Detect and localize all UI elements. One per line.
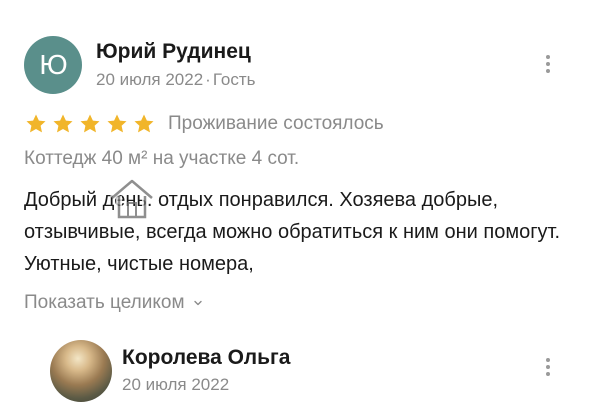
rating-row: Проживание состоялось: [24, 112, 384, 136]
author-name[interactable]: Королева Ольга: [122, 346, 290, 370]
kebab-dot: [546, 358, 550, 362]
author-name[interactable]: Юрий Рудинец: [96, 40, 251, 64]
kebab-dot: [546, 62, 550, 66]
star-rating: [24, 112, 156, 136]
stay-status: Проживание состоялось: [168, 113, 384, 134]
more-options-button[interactable]: [541, 55, 555, 73]
star-icon: [80, 114, 100, 133]
kebab-dot: [546, 55, 550, 59]
avatar[interactable]: Ю: [24, 36, 82, 94]
star-icon: [107, 114, 127, 133]
show-full-label: Показать целиком: [24, 292, 185, 313]
author-role: Гость: [212, 70, 256, 89]
meta-separator: ·: [205, 70, 211, 89]
star-icon: [26, 114, 46, 133]
kebab-dot: [546, 69, 550, 73]
more-options-button[interactable]: [541, 358, 555, 376]
review-date: 20 июля 2022: [122, 375, 230, 394]
kebab-dot: [546, 365, 550, 369]
star-icon: [53, 114, 73, 133]
house-icon: [110, 178, 154, 220]
avatar[interactable]: [50, 340, 112, 402]
kebab-dot: [546, 372, 550, 376]
star-icon: [134, 114, 154, 133]
room-type: Коттедж 40 м² на участке 4 сот.: [24, 148, 300, 169]
review-meta: 20 июля 2022 · Гость: [96, 70, 256, 90]
avatar-initial: Ю: [39, 49, 67, 80]
chevron-down-icon: [193, 300, 202, 306]
review-date: 20 июля 2022: [96, 70, 204, 89]
show-full-button[interactable]: Показать целиком: [24, 292, 203, 314]
